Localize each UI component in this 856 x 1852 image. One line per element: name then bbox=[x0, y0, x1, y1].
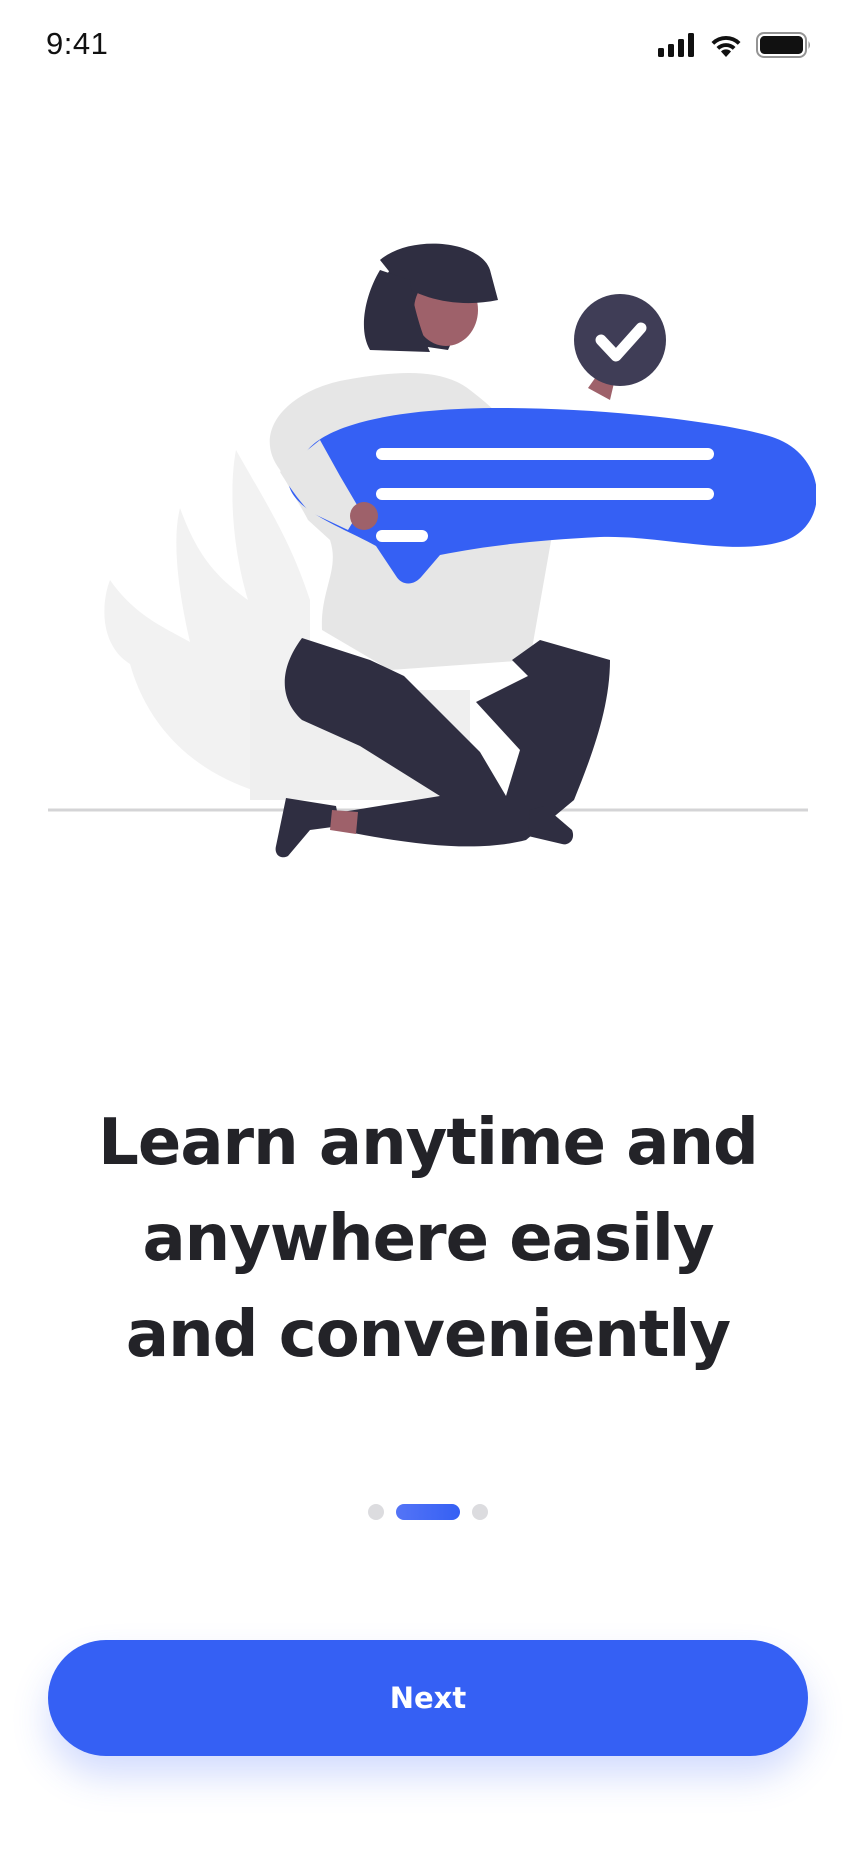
check-badge bbox=[574, 294, 666, 400]
onboarding-headline: Learn anytime and anywhere easily and co… bbox=[98, 1106, 759, 1372]
wifi-icon bbox=[711, 35, 741, 57]
status-time: 9:41 bbox=[46, 26, 109, 61]
page-indicator bbox=[0, 1502, 856, 1522]
cellular-signal-icon bbox=[658, 33, 694, 57]
page-dot-1[interactable] bbox=[368, 1504, 384, 1520]
person-head bbox=[363, 243, 498, 352]
page-dot-3[interactable] bbox=[472, 1504, 488, 1520]
next-button[interactable]: Next bbox=[48, 1640, 808, 1756]
status-icons bbox=[658, 30, 812, 60]
status-bar: 9:41 bbox=[0, 0, 856, 90]
person-holding-chat-bubble-illustration bbox=[48, 243, 816, 858]
page-dot-2-active[interactable] bbox=[396, 1504, 460, 1520]
battery-icon bbox=[756, 32, 810, 58]
